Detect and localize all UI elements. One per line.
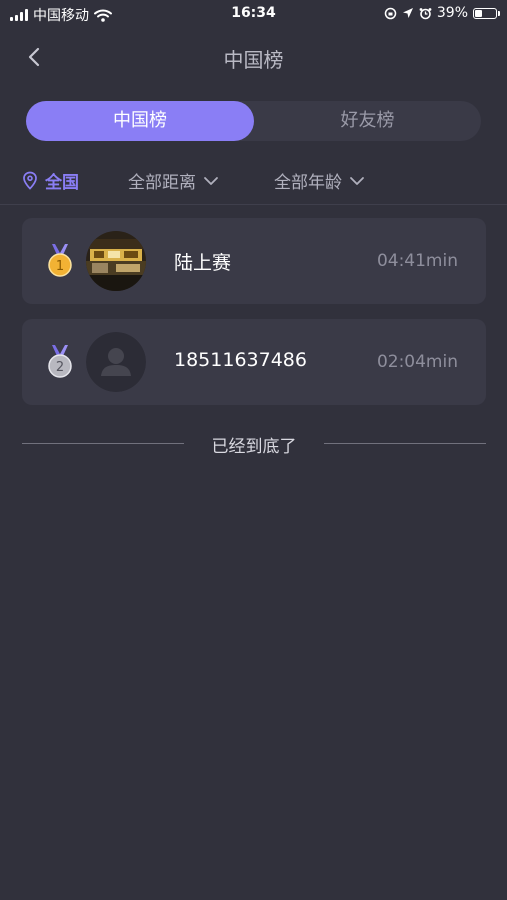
- nav-bar: 中国榜: [0, 30, 507, 86]
- chevron-down-icon: [350, 176, 364, 185]
- tab-friends[interactable]: 好友榜: [254, 101, 481, 141]
- gold-medal-icon: 1: [48, 244, 72, 277]
- battery-percent: 39%: [436, 5, 468, 21]
- leaderboard-tabs: 中国榜 好友榜: [26, 101, 481, 141]
- silver-medal-icon: 2: [48, 345, 72, 378]
- filter-age[interactable]: 全部年龄: [274, 168, 365, 193]
- end-text: 已经到底了: [211, 437, 297, 457]
- end-divider-right: [324, 443, 486, 444]
- alarm-icon: [419, 7, 432, 19]
- leaderboard-row[interactable]: 1 陆上赛 04:41min: [22, 218, 486, 304]
- filter-location[interactable]: 全国: [22, 168, 79, 193]
- player-time: 02:04min: [376, 352, 458, 372]
- rank-number: 2: [56, 360, 64, 375]
- filter-age-label: 全部年龄: [274, 173, 342, 193]
- tab-china[interactable]: 中国榜: [26, 101, 254, 141]
- status-bar: 中国移动 16:34 39%: [0, 0, 507, 28]
- rank-number: 1: [56, 259, 64, 274]
- filter-divider: [0, 204, 507, 205]
- filter-distance-label: 全部距离: [128, 173, 196, 193]
- chevron-down-icon: [204, 176, 218, 185]
- status-right: 39%: [384, 5, 500, 21]
- page-title: 中国榜: [223, 48, 284, 72]
- battery-icon: [473, 7, 500, 19]
- filter-location-label: 全国: [45, 173, 79, 193]
- end-of-list: 已经到底了: [22, 430, 486, 460]
- avatar: [86, 231, 146, 291]
- default-user-avatar-icon: [86, 332, 146, 392]
- player-name: 18511637486: [174, 349, 307, 371]
- location-arrow-icon: [402, 8, 413, 18]
- filter-bar: 全国 全部距离 全部年龄: [0, 160, 507, 200]
- player-name: 陆上赛: [174, 252, 232, 274]
- location-pin-icon: [23, 171, 37, 190]
- filter-distance[interactable]: 全部距离: [128, 168, 219, 193]
- rotation-lock-icon: [384, 7, 397, 19]
- leaderboard-row[interactable]: 2 18511637486 02:04min: [22, 319, 486, 405]
- player-time: 04:41min: [376, 251, 458, 271]
